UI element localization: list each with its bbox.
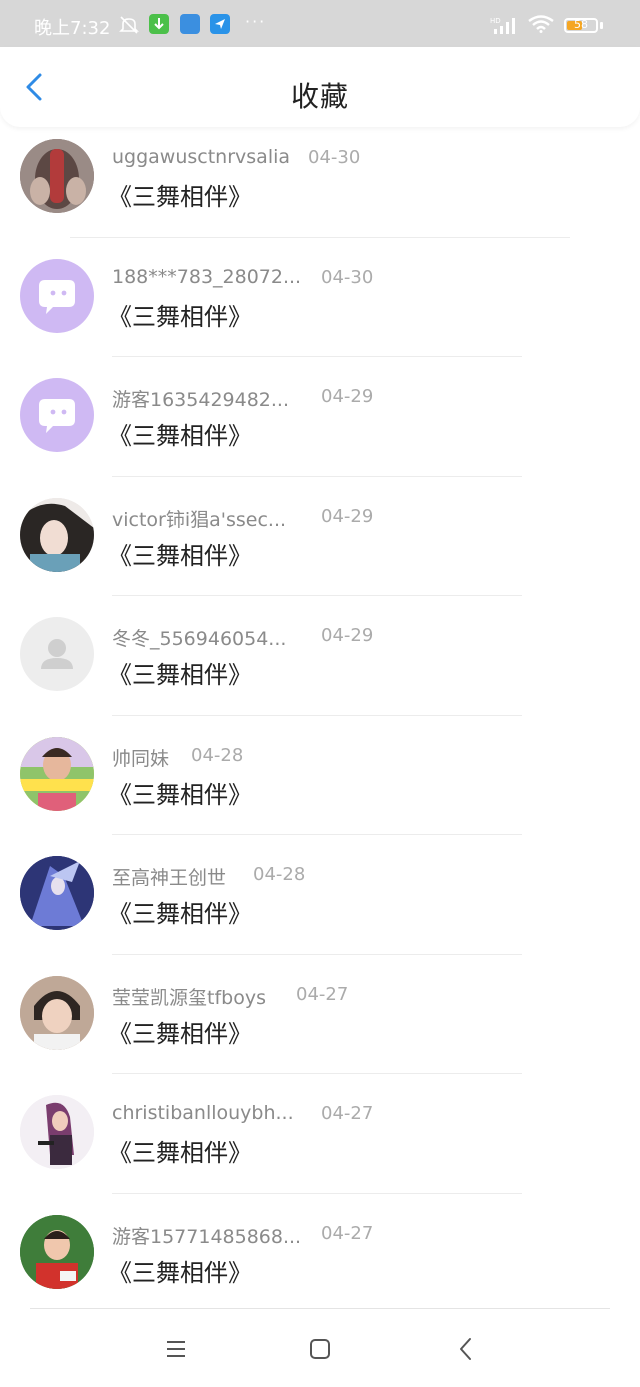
user-name[interactable]: 莹莹凯源玺tfboys — [112, 983, 266, 1010]
home-button[interactable] — [305, 1334, 335, 1364]
bell-muted-icon — [118, 14, 140, 36]
send-app-icon — [210, 14, 230, 34]
user-name[interactable]: christibanllouybh... — [112, 1102, 294, 1124]
user-name[interactable]: 帅同妹 — [112, 744, 169, 771]
avatar[interactable] — [20, 139, 94, 213]
nav-divider — [30, 1308, 610, 1309]
item-date: 04-29 — [321, 505, 374, 527]
favorites-list: uggawusctnrvsalia 04-30 《三舞相伴》 188***783… — [0, 118, 640, 1313]
list-item[interactable]: christibanllouybh... 04-27 《三舞相伴》 — [0, 1074, 640, 1194]
user-name[interactable]: 游客1635429482... — [112, 385, 289, 412]
avatar[interactable] — [20, 378, 94, 452]
item-title[interactable]: 《三舞相伴》 — [108, 655, 252, 690]
list-item[interactable]: uggawusctnrvsalia 04-30 《三舞相伴》 — [0, 118, 640, 238]
avatar[interactable] — [20, 1214, 94, 1289]
avatar[interactable] — [20, 617, 94, 691]
system-nav-bar — [0, 1310, 640, 1387]
item-date: 04-29 — [321, 625, 374, 646]
item-title[interactable]: 《三舞相伴》 — [108, 1133, 252, 1168]
header: 收藏 — [0, 47, 640, 127]
avatar[interactable] — [20, 258, 94, 333]
user-name[interactable]: 188***783_28072... — [112, 266, 301, 288]
home-square-icon — [310, 1339, 330, 1359]
list-item[interactable]: 至高神王创世 04-28 《三舞相伴》 — [0, 835, 640, 955]
item-title[interactable]: 《三舞相伴》 — [108, 1253, 252, 1288]
item-date: 04-30 — [308, 147, 361, 168]
avatar[interactable] — [20, 497, 94, 572]
weather-icon — [180, 14, 200, 34]
battery-level: 58 — [574, 18, 588, 31]
list-item[interactable]: 188***783_28072... 04-30 《三舞相伴》 — [0, 238, 640, 357]
chat-bubble-icon — [39, 279, 75, 314]
user-name[interactable]: 冬冬_556946054... — [112, 624, 286, 651]
menu-icon — [167, 1341, 185, 1357]
item-title[interactable]: 《三舞相伴》 — [108, 894, 252, 929]
signal-hd-label: HD — [490, 17, 501, 25]
user-name[interactable]: uggawusctnrvsalia — [112, 146, 290, 168]
back-triangle-icon — [460, 1338, 471, 1360]
nav-back-button[interactable] — [451, 1334, 481, 1364]
item-title[interactable]: 《三舞相伴》 — [108, 297, 252, 332]
list-item[interactable]: 莹莹凯源玺tfboys 04-27 《三舞相伴》 — [0, 955, 640, 1074]
default-user-icon — [41, 639, 73, 669]
item-date: 04-27 — [321, 1222, 374, 1244]
avatar[interactable] — [20, 1095, 94, 1169]
item-date: 04-29 — [321, 386, 374, 407]
item-date: 04-28 — [191, 744, 244, 766]
item-title[interactable]: 《三舞相伴》 — [108, 177, 252, 212]
download-app-icon — [149, 14, 169, 34]
avatar[interactable] — [20, 975, 94, 1050]
user-name[interactable]: 游客15771485868... — [112, 1222, 301, 1249]
item-title[interactable]: 《三舞相伴》 — [108, 775, 252, 810]
item-title[interactable]: 《三舞相伴》 — [108, 416, 252, 451]
status-time: 晚上7:32 — [34, 18, 111, 39]
signal-icon: HD — [490, 16, 520, 40]
page-title: 收藏 — [290, 80, 349, 113]
avatar[interactable] — [20, 736, 94, 811]
list-item[interactable]: 帅同妹 04-28 《三舞相伴》 — [0, 716, 640, 835]
user-name[interactable]: victor铈i猖a'ssec... — [112, 505, 286, 532]
more-notifications-icon: ··· — [245, 12, 267, 31]
item-title[interactable]: 《三舞相伴》 — [108, 1014, 252, 1049]
item-date: 04-27 — [296, 983, 349, 1005]
battery-icon: 58 — [564, 18, 598, 33]
list-item[interactable]: 冬冬_556946054... 04-29 《三舞相伴》 — [0, 596, 640, 716]
item-date: 04-27 — [321, 1103, 374, 1124]
chat-bubble-icon — [39, 399, 75, 433]
item-date: 04-30 — [321, 266, 374, 288]
avatar[interactable] — [20, 856, 94, 930]
status-bar: 晚上7:32 ··· HD 58 — [0, 0, 640, 47]
item-date: 04-28 — [253, 864, 306, 885]
wifi-icon — [528, 15, 554, 33]
user-name[interactable]: 至高神王创世 — [112, 863, 226, 890]
list-item[interactable]: 游客1635429482... 04-29 《三舞相伴》 — [0, 357, 640, 477]
menu-button[interactable] — [161, 1334, 191, 1364]
list-item[interactable]: victor铈i猖a'ssec... 04-29 《三舞相伴》 — [0, 477, 640, 596]
list-item[interactable]: 游客15771485868... 04-27 《三舞相伴》 — [0, 1194, 640, 1314]
item-title[interactable]: 《三舞相伴》 — [108, 536, 252, 571]
